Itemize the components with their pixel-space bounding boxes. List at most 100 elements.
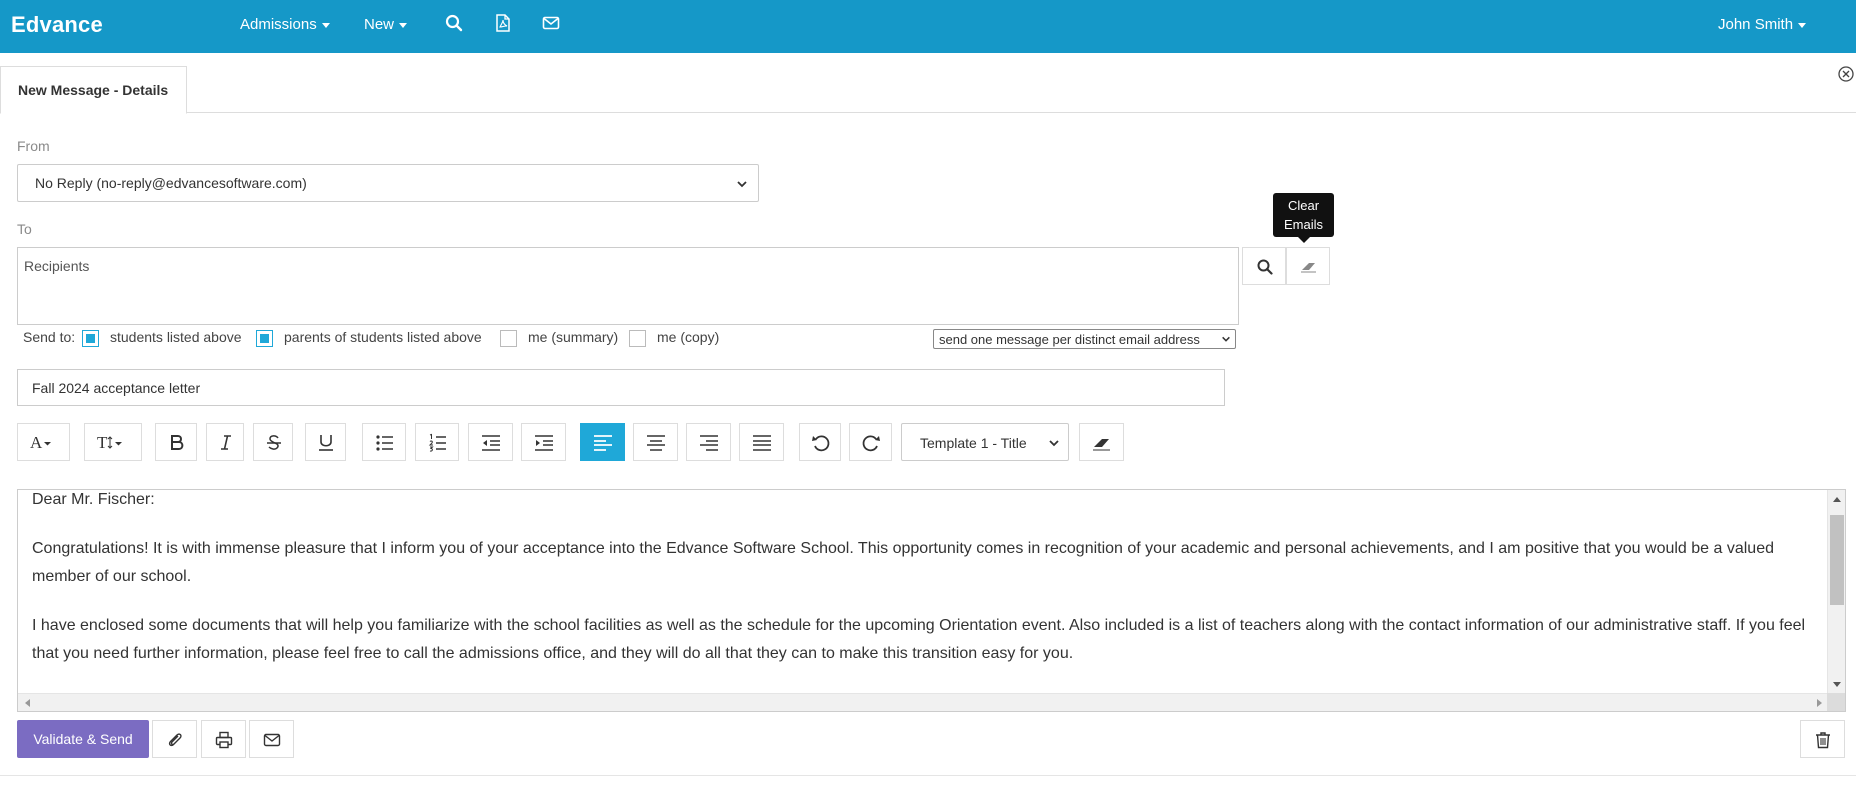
underline-button[interactable] — [305, 423, 346, 461]
brand-logo[interactable]: Edvance — [11, 12, 103, 38]
font-size-button[interactable]: T — [84, 423, 142, 461]
checkbox-parents[interactable] — [256, 330, 273, 347]
chevron-down-icon — [399, 22, 408, 28]
indent-button[interactable] — [521, 423, 566, 461]
tooltip-line-2: Emails — [1283, 217, 1323, 232]
body-paragraph-1: Congratulations! It is with immense plea… — [32, 540, 1774, 585]
strikethrough-button[interactable] — [253, 423, 293, 461]
tab-bar: New Message - Details — [0, 66, 1856, 114]
horizontal-scrollbar[interactable] — [18, 693, 1829, 711]
redo-icon — [862, 435, 880, 452]
option-students-label: students listed above — [110, 329, 242, 345]
body-paragraph-2: I have enclosed some documents that will… — [32, 617, 1806, 662]
chevron-down-icon — [737, 181, 747, 188]
message-body[interactable]: Dear Mr. Fischer: Congratulations! It is… — [32, 490, 1822, 689]
template-select-value: Template 1 - Title — [920, 435, 1027, 451]
option-me-summary-label: me (summary) — [528, 329, 619, 345]
trash-icon — [1816, 732, 1830, 749]
from-label: From — [17, 138, 50, 154]
checkbox-students[interactable] — [82, 330, 99, 347]
italic-button[interactable] — [206, 423, 244, 461]
recipients-input[interactable]: Recipients — [17, 247, 1239, 325]
justify-icon — [753, 435, 771, 451]
bullet-list-button[interactable] — [362, 423, 406, 461]
admissions-menu-label: Admissions — [240, 16, 317, 33]
align-right-button[interactable] — [686, 423, 731, 461]
search-recipients-button[interactable] — [1242, 247, 1286, 285]
bold-icon — [171, 435, 184, 450]
scroll-left-icon[interactable] — [21, 694, 35, 712]
numbered-list-icon — [428, 433, 446, 452]
eraser-icon — [1301, 263, 1316, 273]
font-icon: A — [30, 433, 51, 452]
undo-icon — [812, 435, 830, 452]
attach-button[interactable] — [152, 720, 197, 758]
indent-icon — [535, 435, 553, 451]
svg-text:T: T — [97, 433, 108, 452]
scroll-up-icon[interactable] — [1828, 493, 1846, 507]
search-icon[interactable] — [445, 14, 467, 36]
align-left-icon — [594, 435, 612, 451]
from-select[interactable]: No Reply (no-reply@edvancesoftware.com) — [17, 164, 759, 202]
tooltip-line-1: Clear — [1287, 198, 1320, 213]
scrollbar-corner — [1827, 693, 1845, 711]
validate-send-button[interactable]: Validate & Send — [17, 720, 149, 758]
outdent-button[interactable] — [468, 423, 513, 461]
subject-input[interactable]: Fall 2024 acceptance letter — [17, 369, 1225, 406]
admissions-menu[interactable]: Admissions — [240, 16, 330, 33]
svg-text:A: A — [30, 433, 43, 452]
strikethrough-icon — [267, 435, 281, 450]
clear-emails-tooltip: Clear Emails — [1273, 193, 1334, 237]
chevron-down-icon — [1049, 440, 1059, 447]
vertical-scroll-thumb[interactable] — [1830, 515, 1844, 605]
pdf-icon[interactable] — [494, 14, 516, 36]
tab-new-message-details[interactable]: New Message - Details — [0, 66, 187, 114]
scroll-down-icon[interactable] — [1828, 677, 1846, 691]
font-family-button[interactable]: A — [17, 423, 70, 461]
align-center-icon — [647, 435, 665, 451]
close-icon[interactable] — [1837, 65, 1855, 83]
chevron-down-icon — [321, 22, 330, 28]
bullet-list-icon — [376, 435, 393, 451]
email-preview-button[interactable] — [249, 720, 294, 758]
delivery-mode-value: send one message per distinct email addr… — [939, 332, 1200, 347]
user-menu[interactable]: John Smith — [1718, 16, 1807, 33]
scroll-right-icon[interactable] — [1812, 694, 1826, 712]
message-editor[interactable]: Dear Mr. Fischer: Congratulations! It is… — [17, 489, 1846, 712]
envelope-icon[interactable] — [542, 14, 564, 36]
eraser-icon — [1093, 439, 1110, 451]
delete-button[interactable] — [1800, 720, 1845, 758]
envelope-icon — [263, 733, 281, 747]
redo-button[interactable] — [849, 423, 892, 461]
vertical-scrollbar[interactable] — [1827, 490, 1845, 694]
new-menu[interactable]: New — [364, 16, 408, 33]
footer-divider — [0, 775, 1856, 776]
justify-button[interactable] — [739, 423, 784, 461]
outdent-icon — [482, 435, 500, 451]
underline-icon — [319, 435, 333, 451]
to-label: To — [17, 221, 32, 237]
option-parents-label: parents of students listed above — [284, 329, 482, 345]
italic-icon — [221, 435, 231, 450]
chevron-down-icon — [1798, 22, 1807, 28]
align-left-button[interactable] — [580, 423, 625, 461]
chevron-down-icon — [1222, 336, 1230, 342]
font-size-icon: T — [97, 433, 122, 452]
checkbox-me-summary[interactable] — [500, 330, 517, 347]
clear-emails-button[interactable] — [1286, 247, 1330, 285]
search-icon — [1257, 259, 1273, 275]
delivery-mode-select[interactable]: send one message per distinct email addr… — [933, 329, 1236, 349]
user-name: John Smith — [1718, 16, 1794, 33]
bold-button[interactable] — [155, 423, 197, 461]
clear-formatting-button[interactable] — [1079, 423, 1124, 461]
template-select[interactable]: Template 1 - Title — [901, 423, 1069, 461]
align-center-button[interactable] — [633, 423, 678, 461]
tooltip-arrow — [1298, 237, 1310, 243]
new-menu-label: New — [364, 16, 395, 33]
option-me-copy-label: me (copy) — [657, 329, 720, 345]
undo-button[interactable] — [799, 423, 841, 461]
checkbox-me-copy[interactable] — [629, 330, 646, 347]
print-button[interactable] — [201, 720, 246, 758]
align-right-icon — [700, 435, 718, 451]
numbered-list-button[interactable] — [415, 423, 459, 461]
